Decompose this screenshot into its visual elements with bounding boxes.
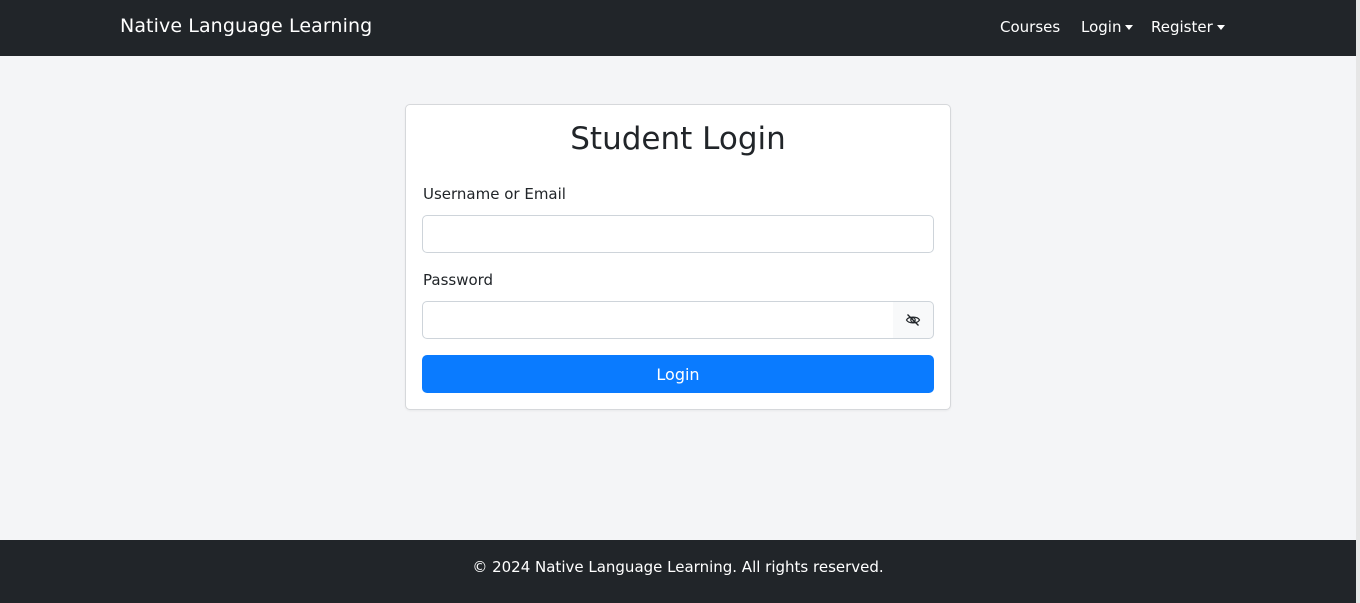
top-navbar: Native Language Learning Courses Login R… — [0, 0, 1356, 56]
caret-down-icon — [1125, 24, 1134, 30]
footer-copyright: © 2024 Native Language Learning. All rig… — [472, 558, 884, 576]
password-label: Password — [423, 271, 494, 289]
page-scrollbar[interactable] — [1356, 0, 1360, 603]
eye-slash-icon — [905, 314, 921, 326]
login-button[interactable]: Login — [422, 355, 934, 393]
password-visibility-toggle[interactable] — [893, 301, 934, 339]
nav-register-label: Register — [1151, 18, 1213, 36]
footer: © 2024 Native Language Learning. All rig… — [0, 540, 1356, 603]
nav-courses-link[interactable]: Courses — [1000, 18, 1060, 36]
nav-login-dropdown[interactable]: Login — [1081, 18, 1134, 36]
nav-register-dropdown[interactable]: Register — [1151, 18, 1225, 36]
password-input[interactable] — [422, 301, 894, 339]
brand-link[interactable]: Native Language Learning — [120, 15, 372, 37]
nav-login-label: Login — [1081, 18, 1122, 36]
login-card: Student Login Username or Email Password… — [405, 104, 951, 410]
page-title: Student Login — [570, 121, 786, 157]
username-input[interactable] — [422, 215, 934, 253]
caret-down-icon — [1216, 24, 1225, 30]
nav-courses-label: Courses — [1000, 18, 1061, 36]
username-label: Username or Email — [423, 185, 566, 203]
